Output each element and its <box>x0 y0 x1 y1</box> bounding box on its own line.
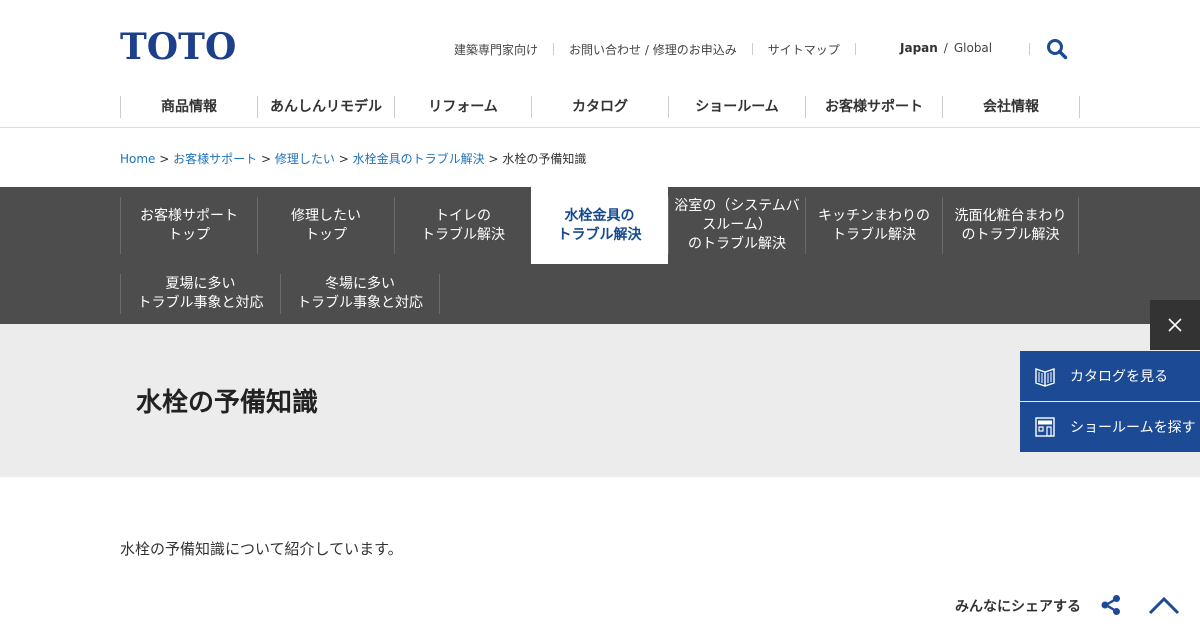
page-title: 水栓の予備知識 <box>136 388 319 418</box>
sub-nav-label: 洗面化粧台まわり <box>954 207 1067 224</box>
sub-nav-label: トップ <box>168 226 210 243</box>
sub-nav-label: トラブル事象と対応 <box>137 295 264 311</box>
sub-nav-row-1: お客様サポート トップ 修理したい トップ トイレの トラブル解決 水栓金具の トラブル… <box>120 187 1079 264</box>
breadcrumb-support[interactable]: お客様サポート <box>173 152 257 166</box>
sub-nav-toilet-trouble[interactable]: トイレのトラブル解決 <box>394 197 531 254</box>
sub-nav-repair-top[interactable]: 修理したい トップ <box>257 197 394 254</box>
sub-nav-winter-trouble[interactable]: 冬場に多いトラブル事象と対応 <box>280 274 440 314</box>
sub-nav-label: 水栓金具の <box>564 207 635 224</box>
logo-text: TOTO <box>120 28 236 64</box>
sub-nav-row-2: 夏場に多いトラブル事象と対応 冬場に多いトラブル事象と対応 <box>120 274 440 314</box>
sub-nav-label: お客様サポート <box>140 207 238 224</box>
sub-nav-label: キッチンまわりの <box>818 207 930 224</box>
showroom-building-icon <box>1034 416 1056 438</box>
share-icon[interactable] <box>1100 594 1122 616</box>
sub-nav-vanity-trouble[interactable]: 洗面化粧台まわり のトラブル解決 <box>942 197 1079 254</box>
language-switch: Japan / Global <box>900 41 992 55</box>
lang-separator: / <box>943 41 948 55</box>
sub-nav-label: トラブル解決 <box>421 226 505 243</box>
breadcrumb-sep: > <box>261 152 272 166</box>
toto-logo[interactable]: TOTO <box>120 28 250 64</box>
utility-nav: 建築専門家向け お問い合わせ / 修理のお申込み サイトマップ <box>454 41 856 57</box>
gnav-showroom[interactable]: ショールーム <box>668 96 805 118</box>
util-link-sitemap[interactable]: サイトマップ <box>768 41 840 58</box>
sub-nav-kitchen-trouble[interactable]: キッチンまわりの トラブル解決 <box>805 197 942 254</box>
gnav-anshin-remodel[interactable]: あんしんリモデル <box>257 96 394 118</box>
gnav-catalog[interactable]: カタログ <box>531 96 668 118</box>
sub-nav-label: トップ <box>305 226 347 243</box>
sub-nav-bathroom-trouble[interactable]: 浴室の（システムバ スルーム） のトラブル解決 <box>668 197 805 254</box>
catalog-book-icon <box>1034 365 1056 387</box>
search-icon[interactable] <box>1046 38 1068 60</box>
find-showroom-label: ショールームを探す <box>1070 420 1196 436</box>
sub-nav-label: 夏場に多い <box>165 276 236 292</box>
view-catalog-button[interactable]: カタログを見る <box>1020 351 1200 401</box>
view-catalog-label: カタログを見る <box>1070 369 1168 385</box>
util-separator <box>751 43 753 55</box>
util-separator <box>553 43 555 55</box>
breadcrumb-home[interactable]: Home <box>120 152 155 166</box>
util-link-contact[interactable]: お問い合わせ / 修理のお申込み <box>569 41 737 58</box>
chevron-up-icon[interactable] <box>1148 595 1180 615</box>
sub-nav-label: スルーム） <box>702 217 772 233</box>
sub-nav-faucet-trouble[interactable]: 水栓金具のトラブル解決 <box>531 187 668 264</box>
header-divider <box>0 127 1200 128</box>
gnav-company[interactable]: 会社情報 <box>942 96 1080 118</box>
find-showroom-button[interactable]: ショールームを探す <box>1020 402 1200 452</box>
gnav-products[interactable]: 商品情報 <box>120 96 257 118</box>
lang-japan[interactable]: Japan <box>900 41 938 55</box>
util-separator <box>854 43 856 55</box>
gnav-support[interactable]: お客様サポート <box>805 96 942 118</box>
util-separator <box>1029 43 1030 55</box>
sub-nav-label: トラブル解決 <box>557 226 642 243</box>
breadcrumb-sep: > <box>338 152 349 166</box>
sub-nav-label: 冬場に多い <box>325 276 395 292</box>
page-intro: 水栓の予備知識について紹介しています。 <box>120 540 403 558</box>
sub-nav-support-top[interactable]: お客様サポート トップ <box>120 197 257 254</box>
share-label[interactable]: みんなにシェアする <box>955 596 1081 616</box>
sub-nav-label: 浴室の（システムバ <box>674 198 800 214</box>
breadcrumb-sep: > <box>488 152 499 166</box>
global-nav: 商品情報 あんしんリモデル リフォーム カタログ ショールーム お客様サポート … <box>120 96 1080 118</box>
breadcrumb-current: 水栓の予備知識 <box>502 152 587 166</box>
sub-nav-label: トイレの <box>435 207 491 224</box>
support-sub-nav: お客様サポート トップ 修理したい トップ トイレの トラブル解決 水栓金具の トラブル… <box>0 187 1200 324</box>
breadcrumb-faucet[interactable]: 水栓金具のトラブル解決 <box>353 152 485 166</box>
breadcrumb: Home > お客様サポート > 修理したい > 水栓金具のトラブル解決 > 水… <box>120 150 586 167</box>
sub-nav-label: トラブル解決 <box>832 226 916 243</box>
gnav-reform[interactable]: リフォーム <box>394 96 531 118</box>
sub-nav-label: トラブル事象と対応 <box>297 295 423 311</box>
sub-nav-label: のトラブル解決 <box>961 226 1060 243</box>
sub-nav-summer-trouble[interactable]: 夏場に多いトラブル事象と対応 <box>120 274 280 314</box>
breadcrumb-sep: > <box>159 152 170 166</box>
breadcrumb-repair[interactable]: 修理したい <box>275 152 335 166</box>
sub-nav-label: のトラブル解決 <box>688 236 786 252</box>
sub-nav-label: 修理したい <box>291 207 361 224</box>
lang-global[interactable]: Global <box>954 41 992 55</box>
util-link-professional[interactable]: 建築専門家向け <box>454 41 538 58</box>
close-icon[interactable] <box>1150 300 1200 350</box>
